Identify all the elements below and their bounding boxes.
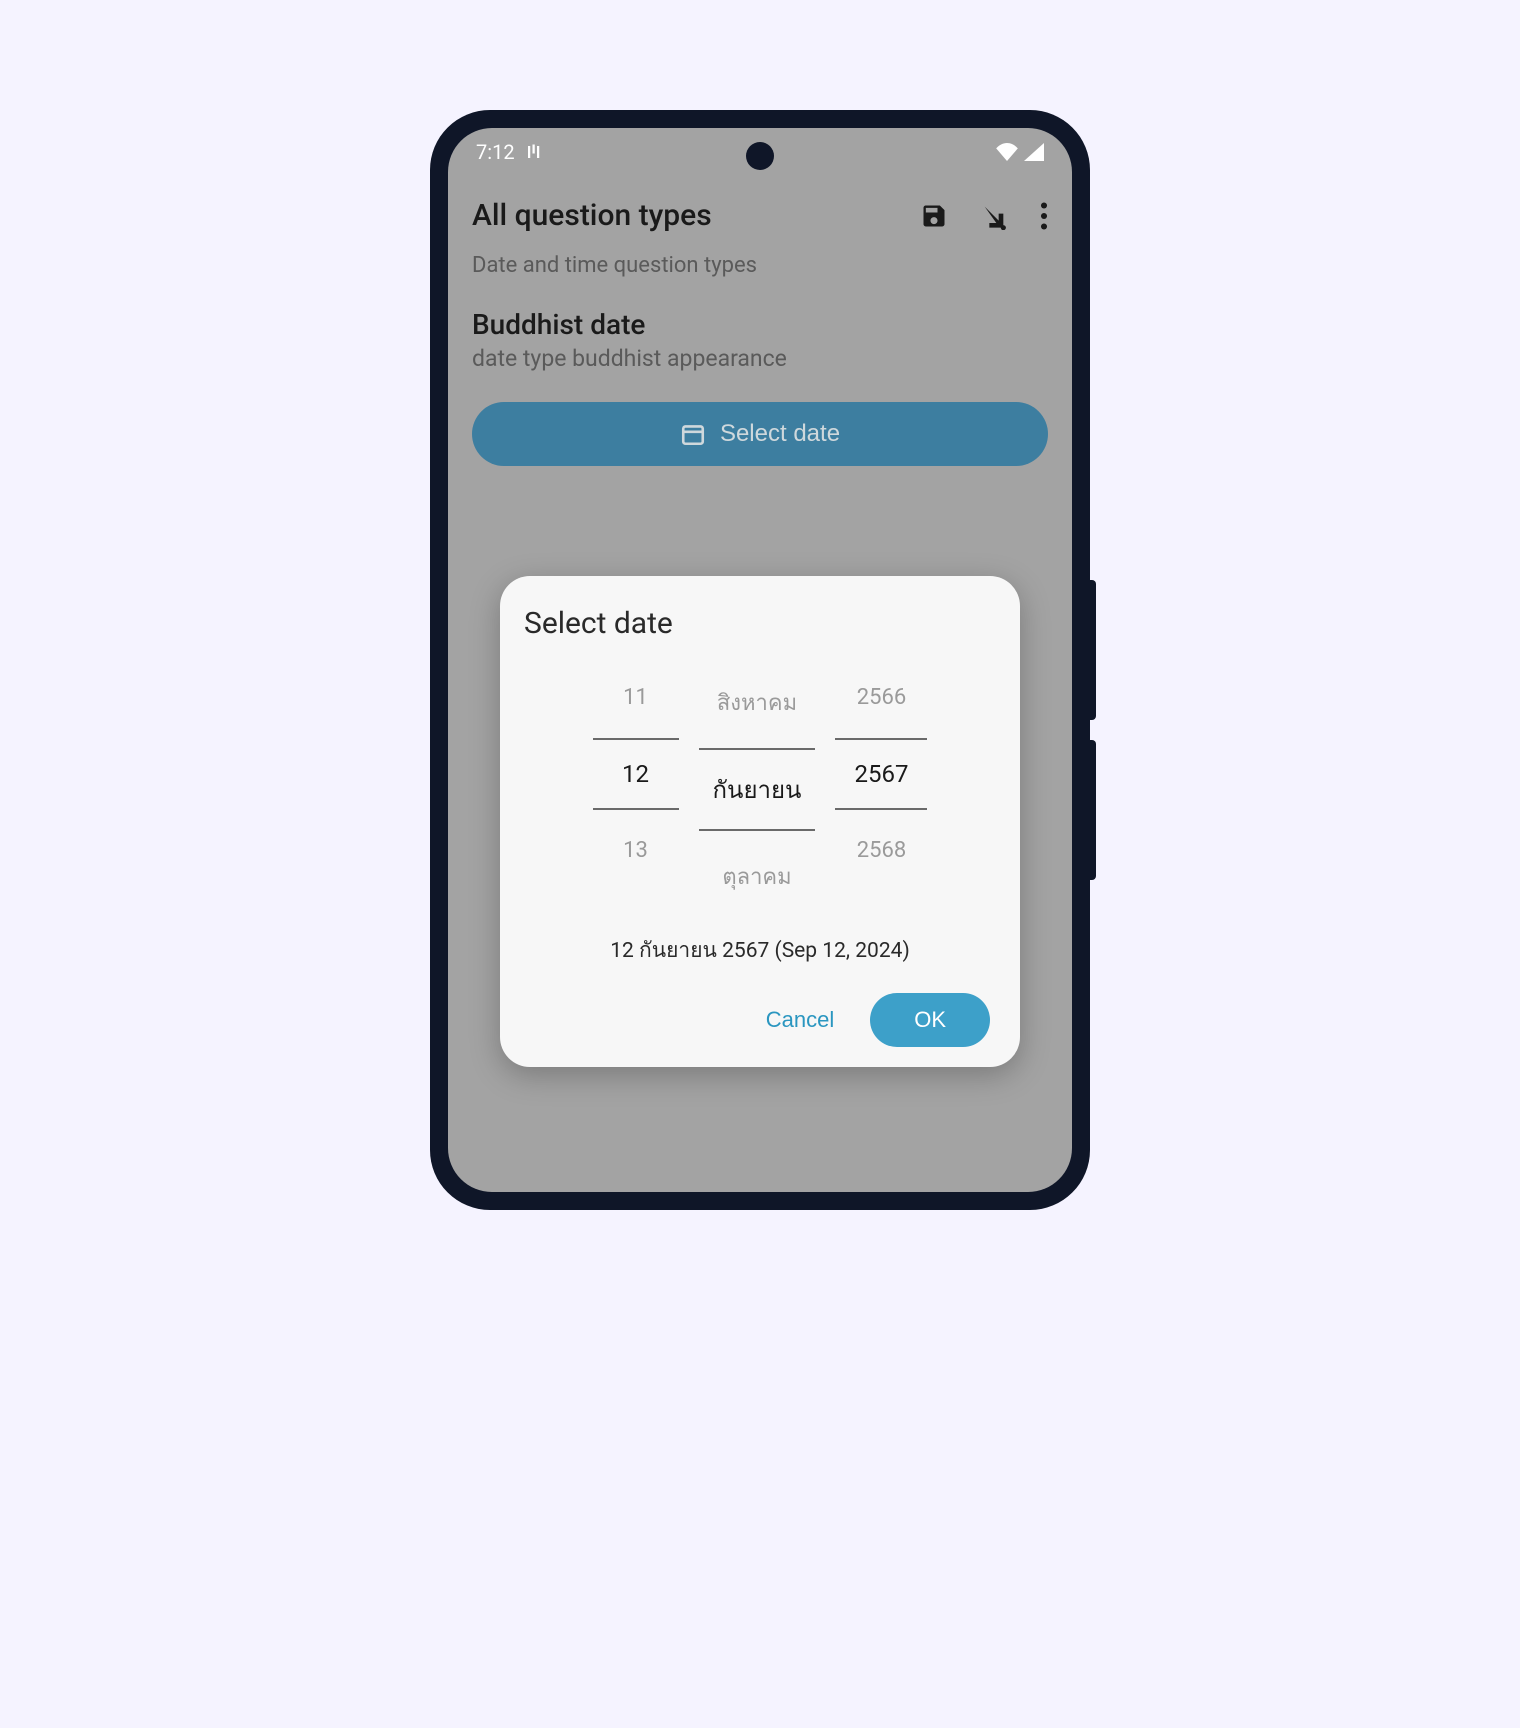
day-selected[interactable]: 12 <box>593 738 679 810</box>
day-picker[interactable]: 11 12 13 <box>593 671 679 908</box>
app-title: All question types <box>472 198 712 233</box>
year-selected[interactable]: 2567 <box>835 738 927 810</box>
volume-down-button[interactable] <box>1088 740 1096 880</box>
month-prev[interactable]: สิงหาคม <box>717 671 797 734</box>
question-description: date type buddhist appearance <box>472 345 1048 372</box>
content-area: Date and time question types Buddhist da… <box>448 253 1072 466</box>
camera-notch <box>746 142 774 170</box>
year-next[interactable]: 2568 <box>857 824 906 877</box>
month-next[interactable]: ตุลาคม <box>722 845 791 908</box>
jump-icon[interactable] <box>980 202 1008 230</box>
more-vert-icon[interactable] <box>1040 202 1048 230</box>
cell-signal-icon <box>1024 143 1044 161</box>
ok-button[interactable]: OK <box>870 993 990 1047</box>
status-time: 7:12 <box>476 140 515 164</box>
dialog-title: Select date <box>524 606 996 641</box>
year-picker[interactable]: 2566 2567 2568 <box>835 671 927 908</box>
phone-frame: 7:12 All question types <box>430 110 1090 1210</box>
month-picker[interactable]: สิงหาคม กันยายน ตุลาคม <box>699 671 816 908</box>
cancel-button[interactable]: Cancel <box>760 997 840 1043</box>
select-date-label: Select date <box>720 420 840 448</box>
calendar-icon <box>680 421 706 447</box>
wifi-icon <box>996 143 1018 161</box>
month-selected[interactable]: กันยายน <box>699 748 816 831</box>
save-icon[interactable] <box>920 202 948 230</box>
screen: 7:12 All question types <box>448 128 1072 1192</box>
select-date-button[interactable]: Select date <box>472 402 1048 466</box>
year-prev[interactable]: 2566 <box>857 671 906 724</box>
day-prev[interactable]: 11 <box>623 671 648 724</box>
app-bar: All question types <box>448 170 1072 253</box>
vibrate-icon <box>525 143 543 161</box>
date-picker-dialog: Select date 11 12 13 สิงหาคม กันยายน ตุล… <box>500 576 1020 1067</box>
date-summary: 12 กันยายน 2567 (Sep 12, 2024) <box>524 934 996 967</box>
picker-row: 11 12 13 สิงหาคม กันยายน ตุลาคม 2566 256… <box>524 671 996 908</box>
question-title: Buddhist date <box>472 308 1048 341</box>
volume-up-button[interactable] <box>1088 580 1096 720</box>
day-next[interactable]: 13 <box>623 824 648 877</box>
section-subtitle: Date and time question types <box>472 253 1048 278</box>
